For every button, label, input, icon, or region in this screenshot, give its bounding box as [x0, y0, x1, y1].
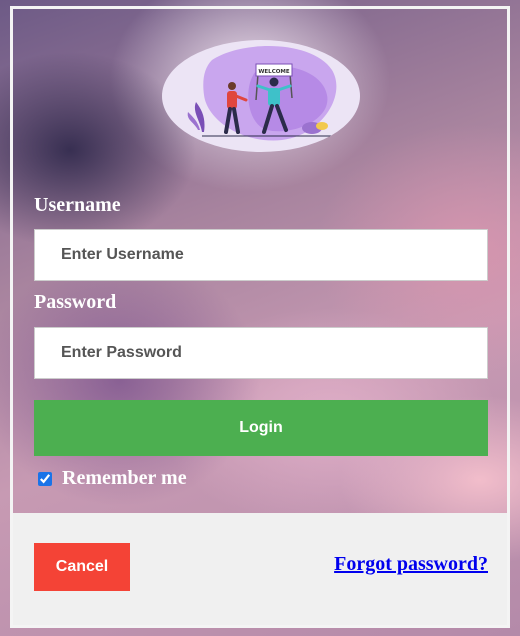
remember-me-checkbox[interactable]	[38, 471, 52, 486]
password-label: Password	[34, 291, 117, 313]
remember-me-label: Remember me	[62, 467, 187, 489]
password-input[interactable]	[34, 327, 488, 379]
forgot-password-link[interactable]: Forgot password?	[334, 553, 488, 576]
welcome-illustration: WELCOME	[162, 40, 360, 152]
username-input[interactable]	[34, 229, 488, 281]
welcome-banner-text: WELCOME	[258, 69, 290, 75]
login-button[interactable]: Login	[34, 400, 488, 456]
form-footer: Cancel Forgot password?	[13, 513, 507, 625]
cancel-button[interactable]: Cancel	[34, 543, 130, 591]
username-label: Username	[34, 194, 121, 216]
remember-me-row[interactable]: Remember me	[38, 467, 187, 490]
